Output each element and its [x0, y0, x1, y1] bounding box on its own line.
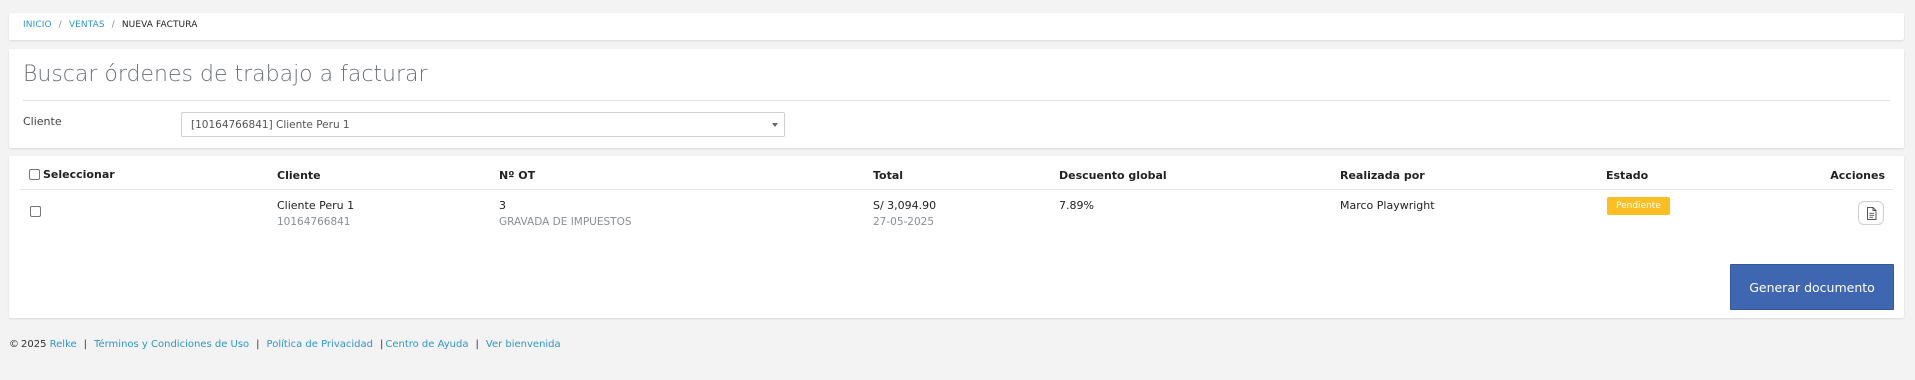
title-divider [23, 100, 1890, 101]
row-made-by: Marco Playwright [1340, 199, 1435, 212]
breadcrumb-link-inicio[interactable]: INICIO [23, 20, 52, 30]
breadcrumb-separator: / [58, 20, 62, 30]
table-header: Seleccionar Cliente Nº OT Total Descuent… [20, 156, 1893, 190]
header-total: Total [873, 169, 904, 182]
row-checkbox[interactable] [30, 206, 41, 217]
header-client: Cliente [277, 169, 321, 182]
orders-table-card: Seleccionar Cliente Nº OT Total Descuent… [9, 156, 1904, 318]
breadcrumb-separator: / [111, 20, 115, 30]
footer: © 2025 Relke | Términos y Condiciones de… [9, 339, 561, 350]
footer-link-terms[interactable]: Términos y Condiciones de Uso [94, 339, 249, 350]
footer-link-welcome[interactable]: Ver bienvenida [486, 339, 561, 350]
header-discount: Descuento global [1059, 169, 1167, 182]
breadcrumb-card: INICIO / VENTAS / NUEVA FACTURA [9, 13, 1904, 40]
breadcrumb-link-ventas[interactable]: VENTAS [69, 20, 105, 30]
client-select[interactable]: [10164766841] Cliente Peru 1 [181, 112, 785, 137]
row-ot-number: 3 [499, 199, 506, 212]
client-select-value: [10164766841] Cliente Peru 1 [191, 119, 350, 131]
footer-divider: | [475, 339, 479, 350]
row-ot-type: GRAVADA DE IMPUESTOS [499, 216, 632, 228]
header-status: Estado [1606, 169, 1649, 182]
breadcrumb-current: NUEVA FACTURA [121, 20, 198, 30]
header-actions: Acciones [1830, 169, 1885, 182]
search-card: Buscar órdenes de trabajo a facturar Cli… [9, 49, 1904, 148]
document-icon [1866, 206, 1876, 220]
row-total: S/ 3,094.90 27-05-2025 [873, 199, 936, 228]
select-all-checkbox[interactable] [29, 169, 40, 180]
header-made-by: Realizada por [1340, 169, 1425, 182]
row-total-amount: S/ 3,094.90 [873, 199, 937, 212]
select-all-header: Seleccionar [29, 168, 115, 181]
footer-link-help[interactable]: Centro de Ayuda [385, 339, 468, 350]
breadcrumb: INICIO / VENTAS / NUEVA FACTURA [23, 20, 197, 30]
generate-document-button[interactable]: Generar documento [1730, 264, 1894, 310]
footer-brand-link[interactable]: Relke [50, 339, 77, 350]
row-discount: 7.89% [1059, 199, 1094, 212]
row-client: Cliente Peru 1 10164766841 [277, 199, 354, 228]
select-all-label: Seleccionar [43, 168, 115, 181]
row-date: 27-05-2025 [873, 216, 935, 228]
table-row: Cliente Peru 1 10164766841 3 GRAVADA DE … [20, 191, 1893, 236]
footer-divider: | [83, 339, 88, 350]
copyright-icon: © [9, 339, 19, 350]
row-client-id: 10164766841 [277, 216, 351, 228]
footer-link-privacy[interactable]: Política de Privacidad [267, 339, 373, 350]
footer-divider: | [379, 339, 384, 350]
chevron-down-icon [772, 123, 778, 127]
row-ot: 3 GRAVADA DE IMPUESTOS [499, 199, 632, 228]
status-badge: Pendiente [1607, 197, 1670, 215]
row-client-name: Cliente Peru 1 [277, 199, 355, 212]
footer-divider: | [256, 339, 260, 350]
header-ot: Nº OT [499, 169, 536, 182]
footer-year: 2025 [21, 339, 47, 350]
page-title: Buscar órdenes de trabajo a facturar [23, 62, 428, 87]
client-label: Cliente [23, 115, 62, 128]
view-document-button[interactable] [1858, 201, 1884, 225]
